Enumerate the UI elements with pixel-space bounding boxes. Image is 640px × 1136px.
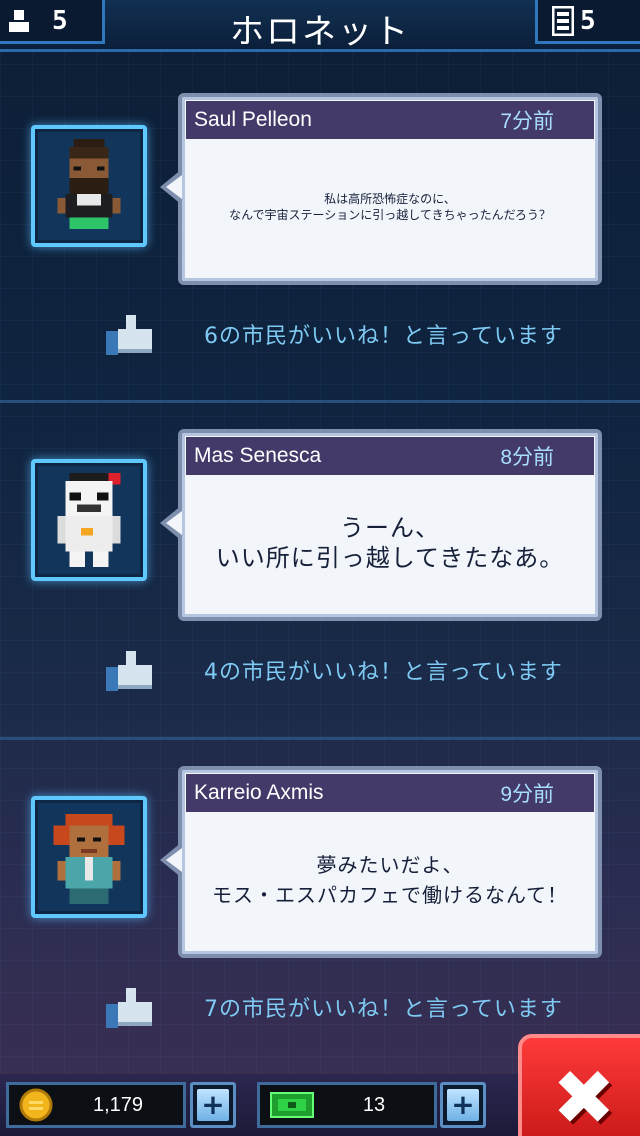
post-time: 7分前 xyxy=(500,110,554,133)
trooper-avatar-icon xyxy=(57,472,121,568)
post-item: Saul Pelleon 7分前 私は高所恐怖症なのに、 なんで宇宙ステーション… xyxy=(0,64,640,398)
close-button[interactable]: ✖ xyxy=(518,1034,640,1136)
header-bar: 5 ホロネット 5 xyxy=(0,0,640,52)
avatar[interactable] xyxy=(31,796,147,918)
thumbs-up-icon[interactable] xyxy=(106,986,156,1028)
message-text: 私は高所恐怖症なのに、 なんで宇宙ステーションに引っ越してきちゃったんだろう？ xyxy=(229,192,551,222)
bubble-tail xyxy=(160,169,182,205)
post-item: Karreio Axmis 9分前 夢みたいだよ、 モス・エスパカフェで働けるな… xyxy=(0,739,640,1073)
close-icon: ✖ xyxy=(552,1053,616,1136)
message-bubble: Saul Pelleon 7分前 私は高所恐怖症なのに、 なんで宇宙ステーション… xyxy=(160,93,602,285)
like-count-text: 7の市民がいいね！と言っています xyxy=(204,997,563,1022)
redhead-woman-avatar-icon xyxy=(53,813,125,905)
author-name[interactable]: Saul Pelleon xyxy=(194,108,312,132)
bubble-header: Karreio Axmis 9分前 xyxy=(186,774,594,812)
avatar[interactable] xyxy=(31,459,147,581)
floors-counter[interactable]: 5 xyxy=(535,0,640,44)
plus-icon: + xyxy=(197,1089,229,1121)
bubble-header: Mas Senesca 8分前 xyxy=(186,437,594,475)
post-time: 9分前 xyxy=(500,783,554,806)
floors-icon xyxy=(552,5,574,36)
author-name[interactable]: Karreio Axmis xyxy=(194,781,324,805)
thumbs-up-icon[interactable] xyxy=(106,649,156,691)
author-name[interactable]: Mas Senesca xyxy=(194,444,321,468)
bux-icon xyxy=(270,1092,314,1118)
message-bubble: Mas Senesca 8分前 うーん、 いい所に引っ越してきたなあ。 xyxy=(160,429,602,621)
bubble-tail xyxy=(160,842,182,878)
add-bux-button[interactable]: + xyxy=(440,1082,486,1128)
post-time: 8分前 xyxy=(500,446,554,469)
floors-value: 5 xyxy=(580,5,596,36)
message-bubble: Karreio Axmis 9分前 夢みたいだよ、 モス・エスパカフェで働けるな… xyxy=(160,766,602,958)
avatar[interactable] xyxy=(31,125,147,247)
coin-value: 1,179 xyxy=(92,1093,144,1116)
plus-icon: + xyxy=(447,1089,479,1121)
message-text: うーん、 いい所に引っ越してきたなあ。 xyxy=(215,514,565,572)
bux-counter[interactable]: 13 xyxy=(257,1082,437,1128)
like-row: 4の市民がいいね！と言っています xyxy=(106,649,606,691)
coin-counter[interactable]: 1,179 xyxy=(6,1082,186,1128)
like-row: 6の市民がいいね！と言っています xyxy=(106,313,606,355)
like-count-text: 6の市民がいいね！と言っています xyxy=(204,324,563,349)
post-item: Mas Senesca 8分前 うーん、 いい所に引っ越してきたなあ。 4の市民… xyxy=(0,402,640,736)
bubble-header: Saul Pelleon 7分前 xyxy=(186,101,594,139)
bux-value: 13 xyxy=(362,1093,386,1116)
bearded-man-avatar-icon xyxy=(57,138,121,230)
thumbs-up-icon[interactable] xyxy=(106,313,156,355)
coin-icon xyxy=(19,1088,53,1122)
add-coins-button[interactable]: + xyxy=(190,1082,236,1128)
like-count-text: 4の市民がいいね！と言っています xyxy=(204,660,563,685)
bubble-tail xyxy=(160,505,182,541)
like-row: 7の市民がいいね！と言っています xyxy=(106,986,606,1028)
message-text: 夢みたいだよ、 モス・エスパカフェで働けるなんて！ xyxy=(212,853,568,907)
